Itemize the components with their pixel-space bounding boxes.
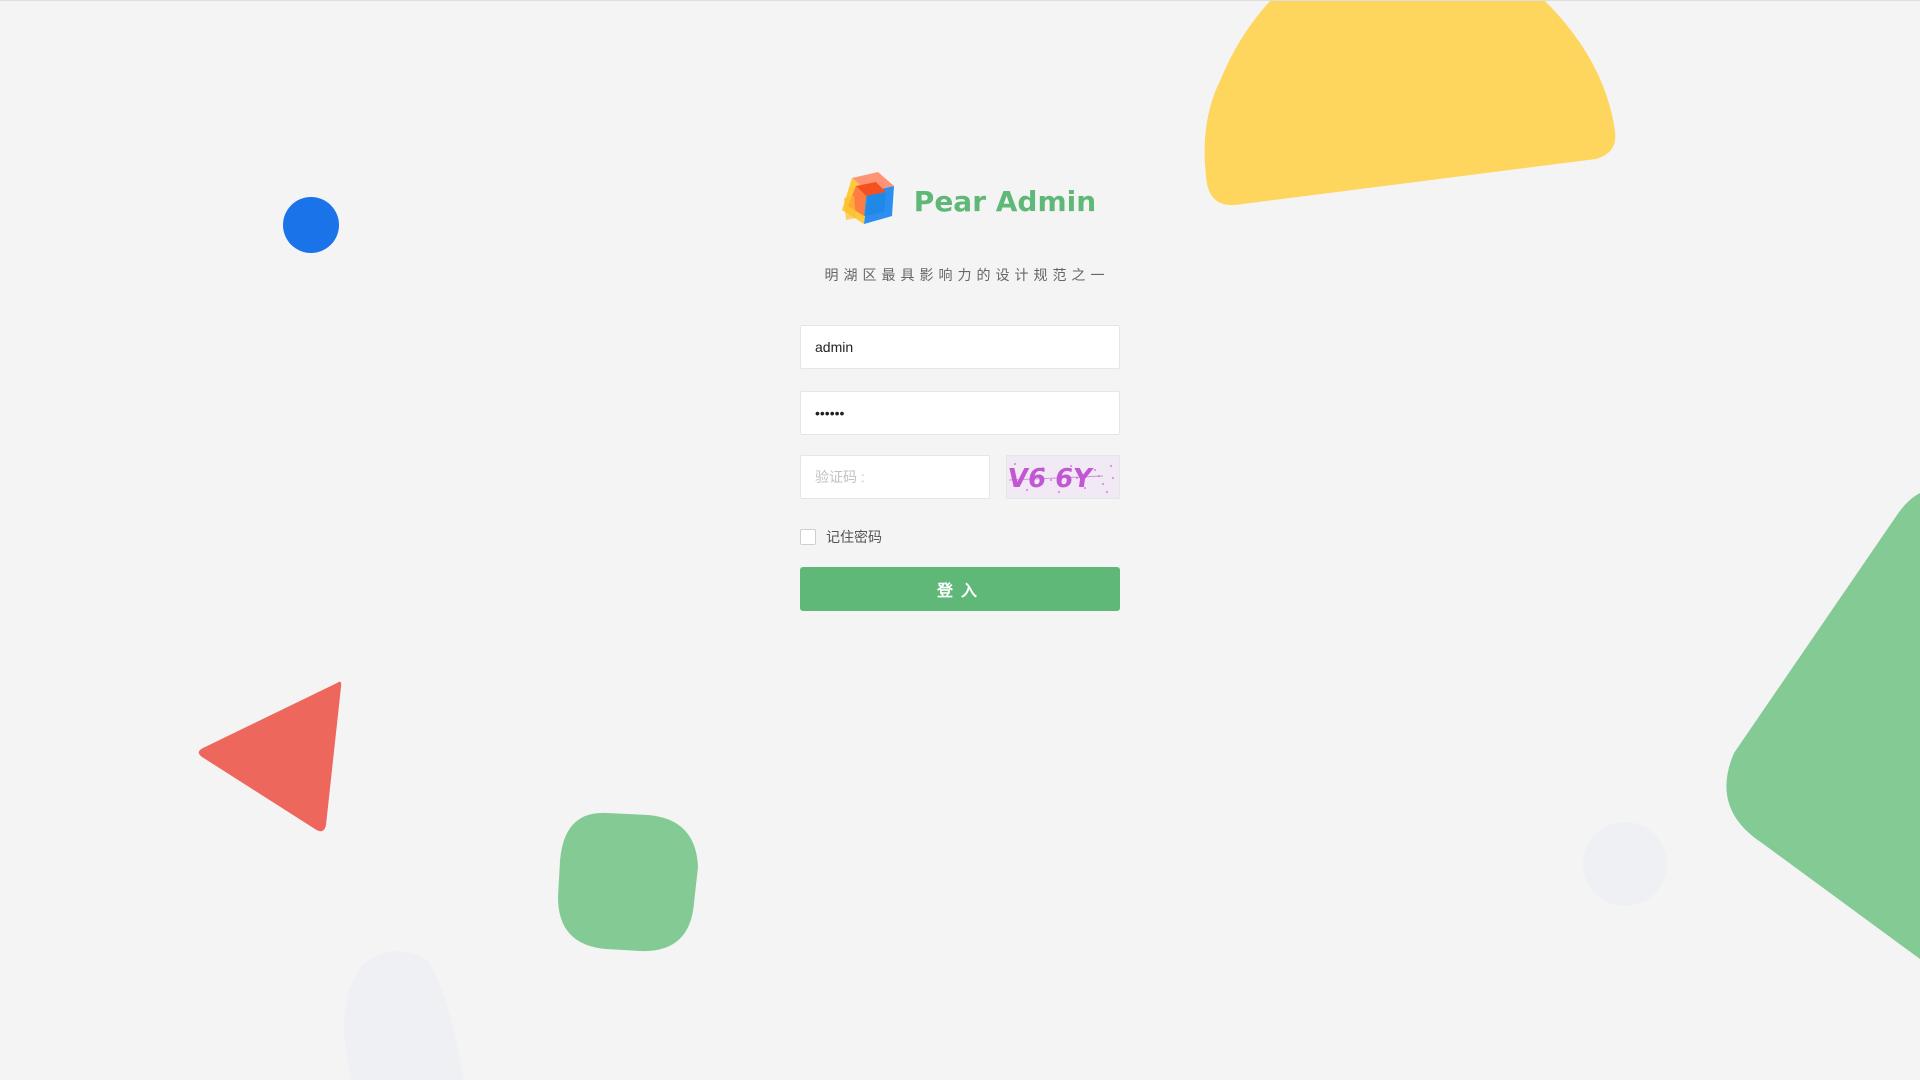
green-rounded-square-decoration xyxy=(556,811,700,955)
login-button[interactable]: 登入 xyxy=(800,567,1120,611)
login-panel: Pear Admin 明湖区最具影响力的设计规范之一 V6 6Y xyxy=(800,161,1120,611)
pear-cube-logo-icon xyxy=(834,168,900,234)
remember-row: 记住密码 xyxy=(800,527,1120,547)
captcha-image[interactable]: V6 6Y xyxy=(1006,455,1120,499)
remember-checkbox[interactable] xyxy=(800,529,816,545)
green-large-shape-decoration xyxy=(1722,493,1920,963)
remember-label: 记住密码 xyxy=(826,529,882,545)
red-triangle-decoration xyxy=(194,675,344,835)
faint-shape-decoration xyxy=(332,945,472,1080)
login-page: Pear Admin 明湖区最具影响力的设计规范之一 V6 6Y xyxy=(0,0,1920,1080)
brand-header: Pear Admin xyxy=(810,161,1120,241)
app-title: Pear Admin xyxy=(913,184,1097,218)
blue-circle-decoration xyxy=(282,196,340,254)
password-input[interactable] xyxy=(800,391,1120,435)
yellow-shape-decoration xyxy=(1200,1,1620,211)
tagline: 明湖区最具影响力的设计规范之一 xyxy=(824,267,1110,283)
captcha-text: V6 6Y xyxy=(1007,464,1095,494)
username-input[interactable] xyxy=(800,325,1120,369)
faint-circle-decoration xyxy=(1582,821,1668,907)
captcha-input[interactable] xyxy=(800,455,990,499)
captcha-row: V6 6Y xyxy=(800,455,1120,499)
